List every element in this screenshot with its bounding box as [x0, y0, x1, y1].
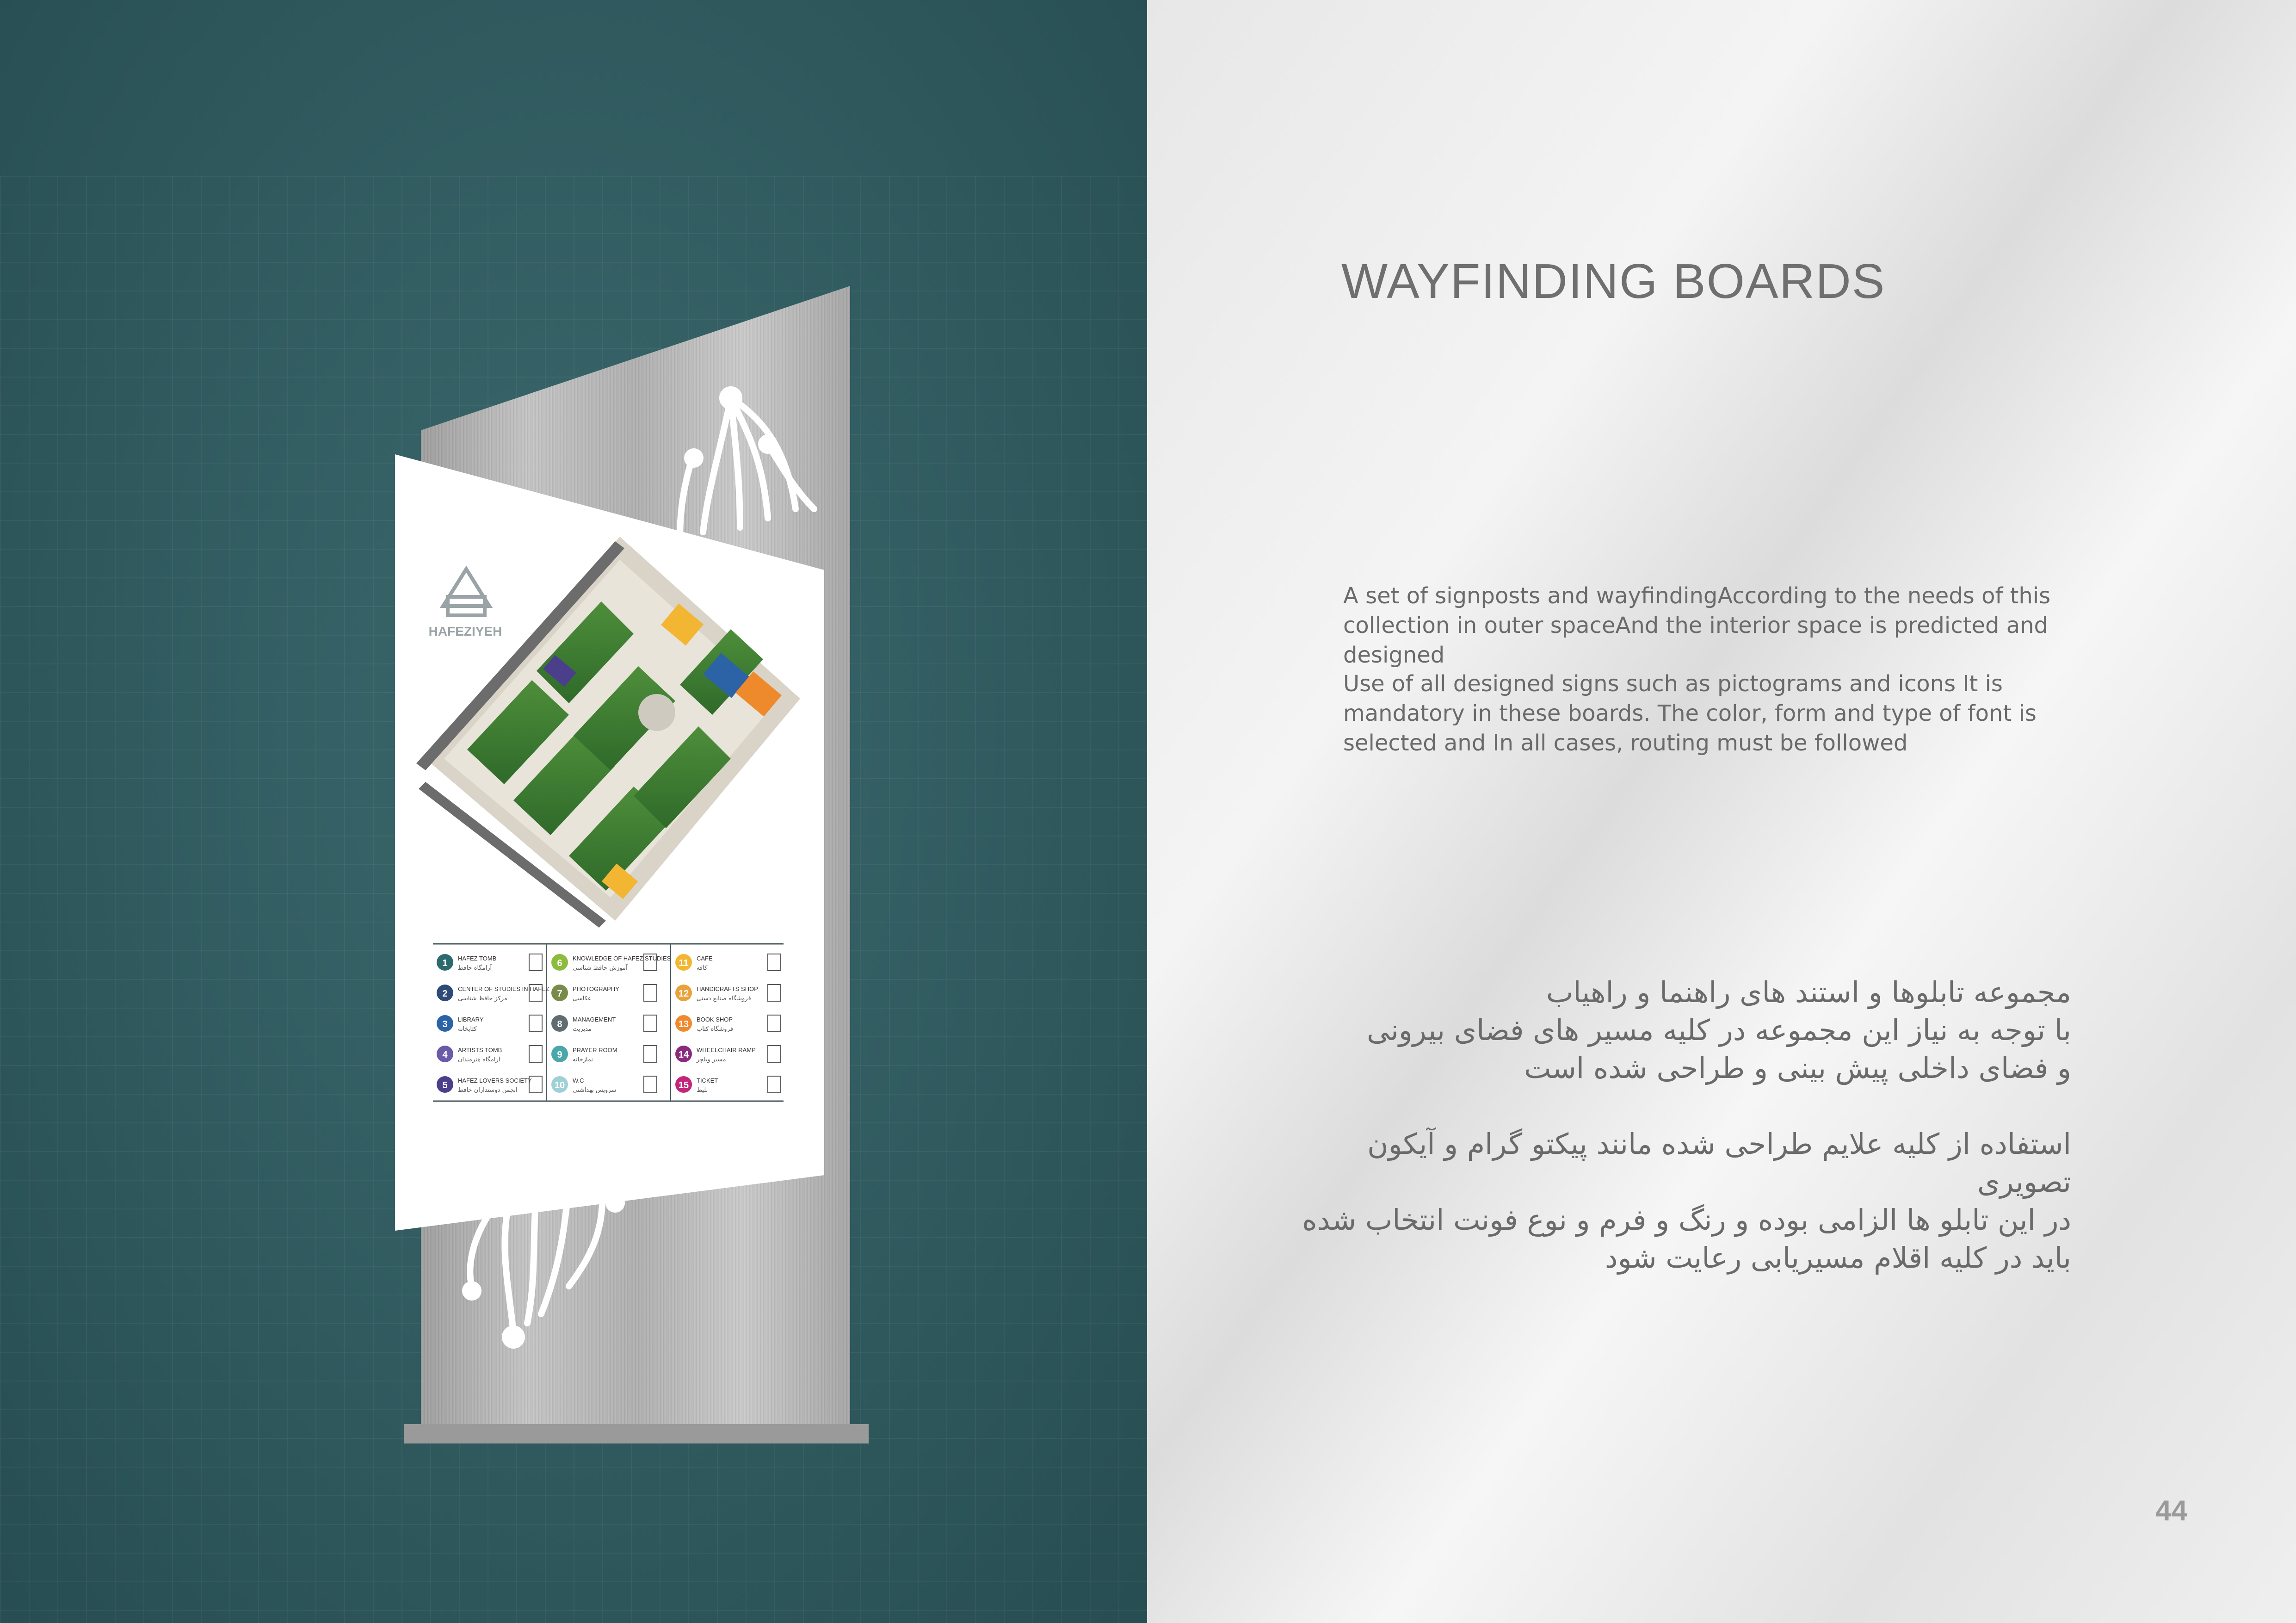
legend-label-persian: کتابخانه: [458, 1026, 477, 1033]
legend-label-persian: انجمن دوستداران حافظ: [458, 1087, 518, 1094]
legend-number: 13: [679, 1019, 689, 1029]
persian-line: و فضای داخلی پیش بینی و طراحی شده است: [1524, 1051, 2071, 1085]
english-paragraph-2: Use of all designed signs such as pictog…: [1343, 671, 2037, 756]
persian-line: باید در کلیه اقلام مسیریابی رعایت شود: [1605, 1241, 2071, 1275]
legend-label-persian: آرامگاه هنرمندان: [458, 1055, 501, 1063]
legend-number: 10: [555, 1080, 565, 1090]
legend-label: CAFE: [697, 955, 713, 962]
legend-label-persian: بلیط: [697, 1087, 708, 1094]
persian-paragraph-2: استفاده از کلیه علایم طراحی شده مانند پی…: [1285, 1125, 2071, 1277]
legend-number: 1: [442, 958, 447, 968]
legend-label-persian: سرویس بهداشتی: [573, 1087, 616, 1094]
legend-label-persian: نمازخانه: [573, 1056, 593, 1063]
legend-label: ARTISTS TOMB: [458, 1047, 502, 1053]
legend-number: 15: [679, 1080, 689, 1090]
page-title: WAYFINDING BOARDS: [1341, 254, 1886, 309]
legend-label-persian: عکاسی: [573, 995, 592, 1002]
legend-label-persian: آرامگاه حافظ: [458, 964, 492, 972]
legend-number: 6: [557, 958, 562, 968]
persian-line: مجموعه تابلوها و استند های راهنما و راهی…: [1546, 975, 2071, 1009]
english-paragraph-1: A set of signposts and wayfindingAccordi…: [1343, 583, 2051, 668]
legend-label: W.C: [573, 1077, 584, 1084]
legend-number: 5: [442, 1080, 447, 1090]
persian-paragraph-1: مجموعه تابلوها و استند های راهنما و راهی…: [1285, 973, 2071, 1087]
right-panel: [1147, 0, 2296, 1623]
legend-number: 14: [679, 1050, 689, 1060]
legend-label: HANDICRAFTS SHOP: [697, 985, 758, 992]
post-base: [404, 1424, 869, 1443]
legend-label-persian: مسیر ویلچر: [696, 1056, 726, 1063]
legend-label-persian: مدیریت: [573, 1026, 592, 1033]
persian-line: استفاده از کلیه علایم طراحی شده مانند پی…: [1367, 1127, 2071, 1199]
page-number: 44: [2155, 1495, 2187, 1527]
legend-label-persian: مرکز حافظ شناسی: [458, 995, 507, 1002]
logo-text: HAFEZIYEH: [429, 624, 502, 638]
legend-label: KNOWLEDGE OF HAFEZ STUDIES: [573, 955, 671, 962]
legend-number: 8: [557, 1019, 562, 1029]
legend-label: TICKET: [697, 1077, 718, 1084]
persian-line: با توجه به نیاز این مجموعه در کلیه مسیر …: [1366, 1013, 2071, 1047]
legend-label: CENTER OF STUDIES IN HAFEZ: [458, 985, 549, 992]
legend-label: HAFEZ TOMB: [458, 955, 496, 962]
legend-label-persian: فروشگاه کتاب: [697, 1025, 733, 1033]
legend-number: 4: [442, 1050, 448, 1060]
legend-number: 3: [442, 1019, 447, 1029]
legend-number: 2: [442, 989, 447, 999]
legend-label: PRAYER ROOM: [573, 1047, 617, 1053]
legend-number: 12: [679, 989, 689, 999]
legend-label: MANAGEMENT: [573, 1016, 616, 1023]
legend-label: PHOTOGRAPHY: [573, 985, 619, 992]
legend-label: HAFEZ LOVERS SOCIETY: [458, 1077, 532, 1084]
legend-label: BOOK SHOP: [697, 1016, 733, 1023]
legend-label: WHEELCHAIR RAMP: [697, 1047, 756, 1053]
legend-number: 9: [557, 1050, 562, 1060]
wayfinding-sign-illustration: HAFEZIYEH 1 HAFEZ TOMB آرامگاه حافظ 2 CENTER…: [395, 286, 869, 1443]
legend-label: LIBRARY: [458, 1016, 484, 1023]
legend-label-persian: کافه: [697, 965, 708, 972]
legend-label-persian: فروشگاه صنایع دستی: [697, 995, 751, 1002]
legend-label-persian: آموزش حافظ شناسی: [573, 964, 628, 972]
persian-line: در این تابلو ها الزامی بوده و رنگ و فرم …: [1302, 1203, 2071, 1237]
legend-number: 11: [679, 958, 688, 968]
legend-number: 7: [557, 989, 562, 999]
